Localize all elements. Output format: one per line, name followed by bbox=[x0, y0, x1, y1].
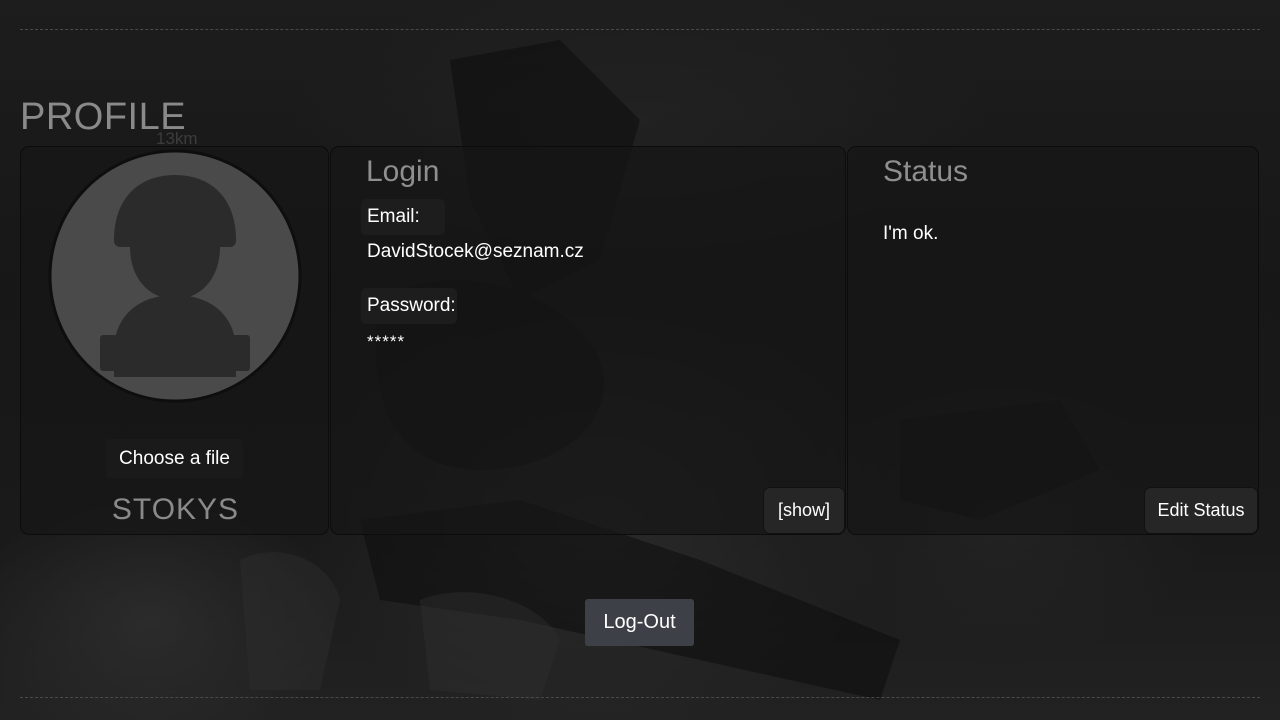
login-card: Login Email: DavidStocek@seznam.cz Passw… bbox=[330, 146, 846, 535]
edit-status-button[interactable]: Edit Status bbox=[1144, 487, 1258, 534]
avatar-card: Choose a file STOKYS bbox=[20, 146, 329, 535]
soldier-avatar-icon bbox=[48, 149, 302, 403]
login-card-title: Login bbox=[366, 155, 440, 188]
page-title: PROFILE bbox=[20, 96, 187, 138]
status-card-title: Status bbox=[883, 155, 969, 188]
email-label: Email: bbox=[361, 199, 445, 235]
show-password-button[interactable]: [show] bbox=[763, 487, 845, 534]
status-text: I'm ok. bbox=[883, 223, 939, 244]
status-card: Status I'm ok. Edit Status bbox=[847, 146, 1259, 535]
email-value: DavidStocek@seznam.cz bbox=[367, 241, 584, 262]
logout-button[interactable]: Log-Out bbox=[585, 599, 694, 646]
username-label: STOKYS bbox=[111, 493, 240, 526]
top-divider bbox=[20, 29, 1260, 30]
choose-file-button[interactable]: Choose a file bbox=[106, 439, 243, 478]
password-value: ***** bbox=[367, 332, 406, 351]
bottom-divider bbox=[20, 697, 1260, 698]
password-label: Password: bbox=[361, 288, 457, 324]
